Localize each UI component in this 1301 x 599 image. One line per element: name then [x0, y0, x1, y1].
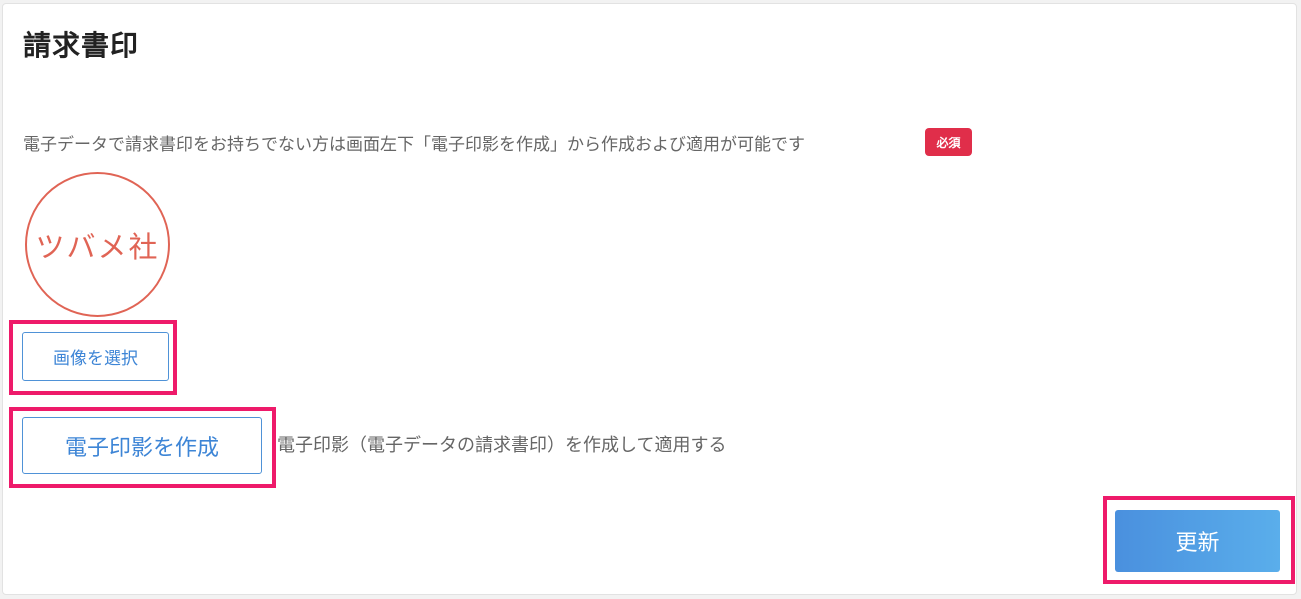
update-button[interactable]: 更新 [1115, 510, 1280, 572]
required-badge: 必須 [925, 128, 972, 156]
create-seal-button[interactable]: 電子印影を作成 [22, 417, 262, 474]
seal-image-preview: ツバメ社 [25, 172, 170, 317]
select-image-button[interactable]: 画像を選択 [22, 332, 169, 381]
page-title: 請求書印 [23, 29, 140, 62]
seal-image-text: ツバメ社 [35, 229, 160, 264]
section-description: 電子データで請求書印をお持ちでない方は画面左下「電子印影を作成」から作成および適… [23, 135, 805, 155]
create-seal-description: 電子印影（電子データの請求書印）を作成して適用する [277, 435, 727, 456]
